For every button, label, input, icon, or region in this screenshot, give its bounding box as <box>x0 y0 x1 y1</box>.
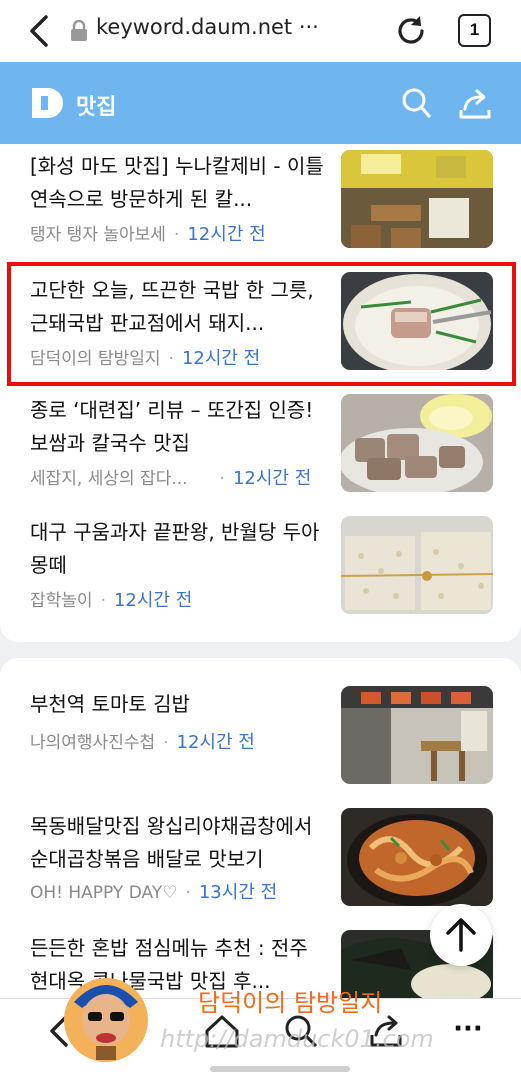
article-time: 12시간 전 <box>113 590 193 611</box>
article-source: OH! HAPPY DAY♡ <box>30 883 178 903</box>
tab-count-button[interactable]: 1 <box>458 14 491 47</box>
article-title[interactable]: 대구 구움과자 끝판왕, 반월당 두아몽떼 <box>30 516 325 582</box>
reload-icon[interactable] <box>393 13 429 49</box>
lock-icon <box>71 20 87 41</box>
article-meta: 세잡지, 세상의 잡다... · 12시간 전 <box>30 464 311 490</box>
article-meta: 탱자 탱자 놀아보세 · 12시간 전 <box>30 220 266 246</box>
meta-separator: · <box>100 591 106 611</box>
watermark-title: 담덕이의 탐방일지 <box>198 989 383 1017</box>
article-title[interactable]: [화성 마도 맛집] 누나칼제비 - 이틀 연속으로 방문하게 된 칼... <box>30 150 325 216</box>
article-source: 나의여행사진수첩 <box>30 733 156 753</box>
gesture-handle <box>210 1066 350 1072</box>
app-header: 맛집 <box>0 62 521 144</box>
url-text[interactable]: keyword.daum.net ··· <box>96 15 319 39</box>
meta-separator: · <box>173 225 180 245</box>
meta-separator: · <box>219 469 225 489</box>
article-source: 세잡지, 세상의 잡다... <box>30 469 188 489</box>
article-list-section-1: [화성 마도 맛집] 누나칼제비 - 이틀 연속으로 방문하게 된 칼... 탱… <box>0 144 521 642</box>
highlight-box <box>7 262 516 386</box>
article-title[interactable]: 목동배달맛집 왕십리야채곱창에서 순대곱창볶음 배달로 맛보기 <box>30 810 325 876</box>
article-title[interactable]: 부천역 토마토 김밥 <box>30 688 325 721</box>
scroll-to-top-button[interactable] <box>430 904 492 966</box>
article-item[interactable]: [화성 마도 맛집] 누나칼제비 - 이틀 연속으로 방문하게 된 칼... 탱… <box>0 144 521 262</box>
blogger-avatar-icon <box>64 978 148 1062</box>
article-item[interactable]: 종로 ‘대련집’ 리뷰 – 또간집 인증! 보쌈과 칼국수 맛집 세잡지, 세상… <box>0 388 521 506</box>
article-meta: OH! HAPPY DAY♡ · 13시간 전 <box>30 878 277 904</box>
arrow-up-icon <box>446 918 476 952</box>
article-source: 잡학놀이 <box>30 591 93 611</box>
browser-address-bar: keyword.daum.net ··· 1 <box>0 0 521 62</box>
back-arrow-icon[interactable] <box>22 12 58 50</box>
meta-separator: · <box>163 733 169 753</box>
article-title[interactable]: 종로 ‘대련집’ 리뷰 – 또간집 인증! 보쌈과 칼국수 맛집 <box>30 394 325 460</box>
article-item[interactable]: 대구 구움과자 끝판왕, 반월당 두아몽떼 잡학놀이 · 12시간 전 <box>0 510 521 628</box>
watermark-url: http://damduck01.com <box>160 1025 434 1053</box>
more-icon[interactable]: ··· <box>448 1009 488 1049</box>
article-item[interactable]: 부천역 토마토 김밥 나의여행사진수첩 · 12시간 전 <box>0 686 521 790</box>
page-title: 맛집 <box>76 95 117 120</box>
article-thumbnail[interactable] <box>341 808 493 906</box>
article-thumbnail[interactable] <box>341 394 493 492</box>
article-time: 12시간 전 <box>176 732 255 753</box>
article-thumbnail[interactable] <box>341 150 493 248</box>
share-icon[interactable] <box>458 86 492 120</box>
daum-logo-icon[interactable] <box>30 86 64 120</box>
article-meta: 잡학놀이 · 12시간 전 <box>30 586 192 612</box>
article-meta: 나의여행사진수첩 · 12시간 전 <box>30 728 255 754</box>
article-time: 12시간 전 <box>187 224 266 245</box>
article-time: 12시간 전 <box>232 468 312 489</box>
search-icon[interactable] <box>400 86 432 120</box>
article-thumbnail[interactable] <box>341 686 493 784</box>
article-time: 13시간 전 <box>198 882 278 903</box>
article-source: 탱자 탱자 놀아보세 <box>30 225 166 245</box>
article-thumbnail[interactable] <box>341 516 493 614</box>
meta-separator: · <box>185 883 191 903</box>
